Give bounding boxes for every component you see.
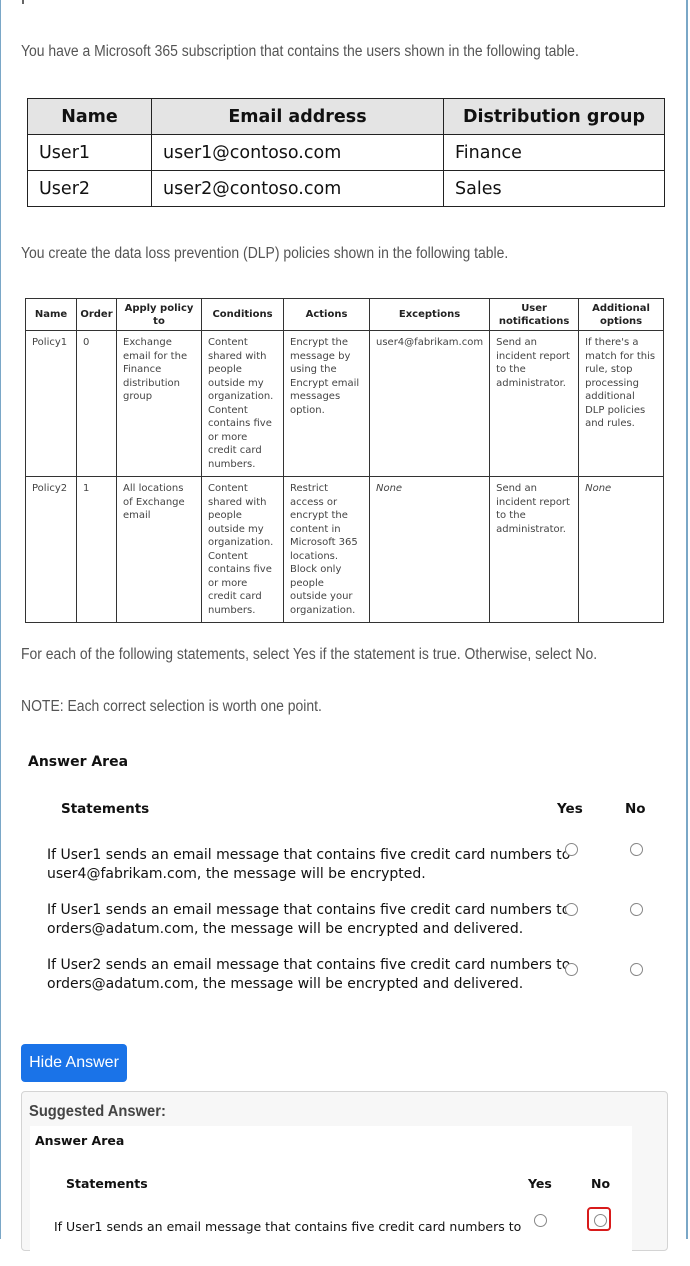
user-email-cell: user2@contoso.com	[151, 170, 444, 207]
dlp-cell: Content shared with people outside my or…	[201, 476, 284, 623]
suggested-answer-image: Answer Area Statements Yes No If User1 s…	[30, 1126, 632, 1266]
statement-line: orders@adatum.com, the message will be e…	[47, 976, 524, 992]
dlp-cell: 0	[76, 330, 117, 477]
statement-2-yes-radio[interactable]	[565, 903, 578, 916]
statement-line: orders@adatum.com, the message will be e…	[47, 921, 524, 937]
suggested-statement-1-no-radio	[594, 1214, 607, 1227]
statement-2-no-radio[interactable]	[630, 903, 643, 916]
statement-2: If User1 sends an email message that con…	[47, 901, 570, 939]
no-header: No	[625, 801, 646, 817]
table-row: User1 user1@contoso.com Finance	[27, 134, 665, 171]
statement-line: user4@fabrikam.com, the message will be …	[47, 866, 426, 882]
dlp-intro-text: You create the data loss prevention (DLP…	[21, 245, 509, 262]
dlp-cell: None	[368, 476, 491, 623]
dlp-cell: Exchange email for the Finance distribut…	[116, 330, 202, 477]
user-email-cell: user1@contoso.com	[151, 134, 444, 171]
statements-header: Statements	[61, 801, 150, 817]
dlp-header-notifications: User notifications	[489, 298, 580, 331]
intro-text: You have a Microsoft 365 subscription th…	[21, 43, 579, 60]
statement-1-yes-radio[interactable]	[565, 843, 578, 856]
instruction-text: For each of the following statements, se…	[21, 646, 598, 663]
suggested-statements-header: Statements	[66, 1176, 148, 1191]
users-header-name: Name	[27, 98, 152, 135]
user-name-cell: User1	[27, 134, 152, 171]
user-name-cell: User2	[27, 170, 152, 207]
dlp-header-name: Name	[25, 298, 77, 331]
statement-line: If User2 sends an email message that con…	[47, 957, 571, 973]
users-header-group: Distribution group	[443, 98, 665, 135]
dlp-cell: Policy1	[25, 330, 77, 477]
dlp-cell: Policy2	[25, 476, 77, 623]
dlp-cell: Send an incident report to the administr…	[489, 330, 580, 477]
dlp-cell: None	[578, 476, 664, 623]
dlp-header-exceptions: Exceptions	[368, 298, 491, 331]
dlp-cell: All locations of Exchange email	[116, 476, 202, 623]
statement-3-no-radio[interactable]	[630, 963, 643, 976]
answer-area-title: Answer Area	[28, 754, 129, 770]
dlp-cell: user4@fabrikam.com	[368, 330, 491, 477]
user-group-cell: Sales	[443, 170, 665, 207]
suggested-statement-1-yes-radio	[534, 1214, 547, 1227]
users-header-email: Email address	[151, 98, 444, 135]
suggested-yes-header: Yes	[528, 1176, 552, 1191]
suggested-answer-area-title: Answer Area	[35, 1133, 125, 1148]
note-text: NOTE: Each correct selection is worth on…	[21, 698, 322, 715]
yes-header: Yes	[557, 801, 583, 817]
statement-3: If User2 sends an email message that con…	[47, 956, 570, 994]
dlp-cell: 1	[76, 476, 117, 623]
dlp-cell: Encrypt the message by using the Encrypt…	[283, 330, 370, 477]
table-row: Policy1 0 Exchange email for the Finance…	[25, 330, 664, 477]
dlp-header-conditions: Conditions	[201, 298, 284, 331]
table-row: Policy2 1 All locations of Exchange emai…	[25, 476, 664, 623]
top-mark	[22, 0, 24, 4]
hide-answer-button[interactable]: Hide Answer	[21, 1044, 127, 1082]
table-row: User2 user2@contoso.com Sales	[27, 170, 665, 207]
dlp-header-apply: Apply policy to	[116, 298, 202, 331]
suggested-no-header: No	[591, 1176, 611, 1191]
dlp-cell: If there's a match for this rule, stop p…	[578, 330, 664, 477]
dlp-cell: Content shared with people outside my or…	[201, 330, 284, 477]
statement-3-yes-radio[interactable]	[565, 963, 578, 976]
dlp-cell: Restrict access or encrypt the content i…	[283, 476, 370, 623]
user-group-cell: Finance	[443, 134, 665, 171]
statement-1: If User1 sends an email message that con…	[47, 846, 570, 884]
statement-1-no-radio[interactable]	[630, 843, 643, 856]
users-table: Name Email address Distribution group Us…	[27, 98, 665, 207]
suggested-statement-1: If User1 sends an email message that con…	[54, 1219, 522, 1234]
suggested-answer-title: Suggested Answer:	[29, 1103, 166, 1120]
dlp-header-actions: Actions	[283, 298, 370, 331]
dlp-cell: Send an incident report to the administr…	[489, 476, 580, 623]
dlp-policies-table: Name Order Apply policy to Conditions Ac…	[25, 298, 664, 623]
suggested-answer-panel: Suggested Answer: Answer Area Statements…	[21, 1091, 668, 1266]
statement-line: If User1 sends an email message that con…	[47, 847, 571, 863]
statement-line: If User1 sends an email message that con…	[47, 902, 571, 918]
dlp-header-options: Additional options	[578, 298, 664, 331]
dlp-header-order: Order	[76, 298, 117, 331]
